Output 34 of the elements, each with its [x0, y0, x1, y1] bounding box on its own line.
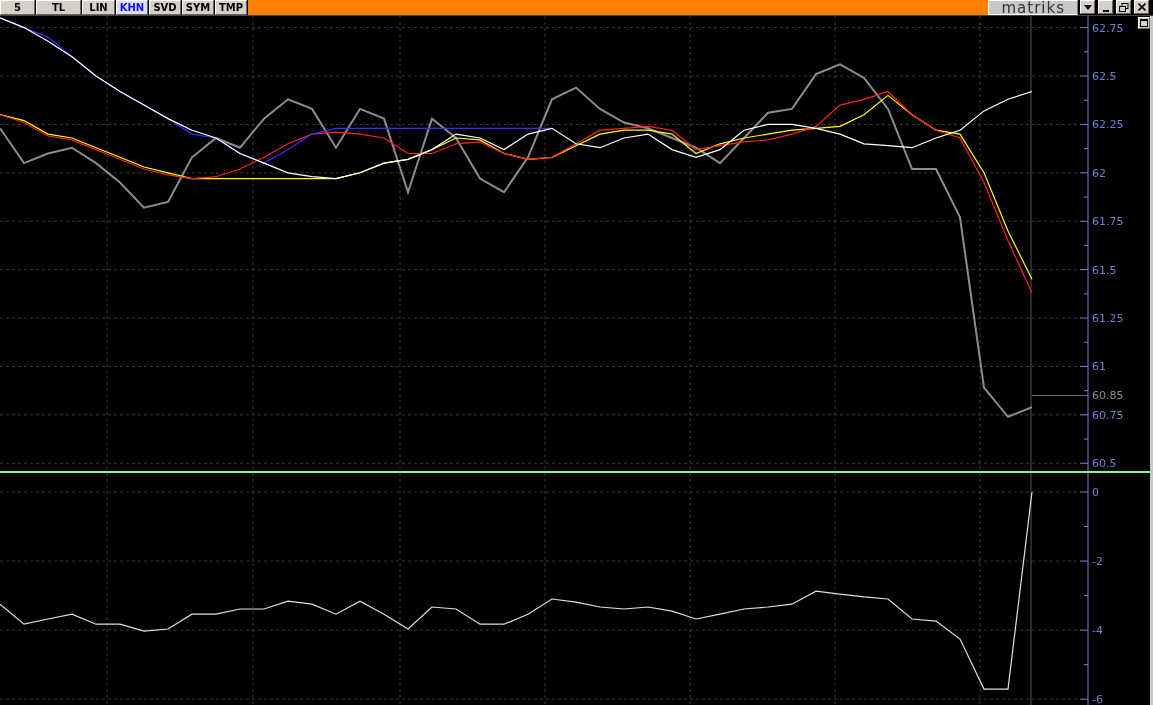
axis-label: 62.75	[1092, 21, 1124, 35]
axis-label: 62	[1092, 166, 1106, 180]
last-price-line	[1031, 395, 1089, 396]
toolbar-tab[interactable]: TL	[36, 0, 81, 15]
dropdown-button[interactable]	[1080, 0, 1095, 14]
axis-label: 61.25	[1092, 312, 1124, 326]
axis-label: 61.5	[1092, 263, 1117, 277]
toolbar-tab[interactable]: 5	[0, 0, 35, 15]
close-button[interactable]	[1134, 0, 1149, 14]
maximize-icon	[1140, 19, 1148, 27]
axis-label: -6	[1092, 693, 1103, 705]
toolbar-tab[interactable]: SYM	[182, 0, 214, 15]
axis-label: 0	[1092, 486, 1099, 499]
restore-button[interactable]	[1116, 0, 1131, 14]
close-icon	[1137, 3, 1146, 11]
minimize-button[interactable]	[1098, 0, 1113, 14]
axis-label: 60.5	[1092, 457, 1117, 471]
toolbar-tab[interactable]: KHN	[116, 0, 148, 15]
dropdown-icon	[1083, 4, 1092, 10]
last-price-label: 60.85	[1092, 389, 1124, 403]
toolbar-tab[interactable]: TMP	[215, 0, 247, 15]
axis-label: 61.75	[1092, 215, 1124, 229]
axis-label: 60.75	[1092, 408, 1124, 422]
toolbar-tab[interactable]: SVD	[149, 0, 181, 15]
axis-label: -2	[1092, 555, 1103, 569]
axis-label: 61	[1092, 360, 1106, 374]
minimize-icon	[1102, 9, 1109, 12]
restore-icon	[1118, 2, 1129, 12]
axis-label: -4	[1092, 624, 1103, 638]
axis-label: 62.25	[1092, 118, 1124, 132]
toolbar-tab[interactable]: LIN	[82, 0, 115, 15]
axis-label: 62.5	[1092, 70, 1117, 83]
maximize-button[interactable]	[1138, 17, 1150, 29]
brand-logo: matriks	[988, 0, 1078, 15]
